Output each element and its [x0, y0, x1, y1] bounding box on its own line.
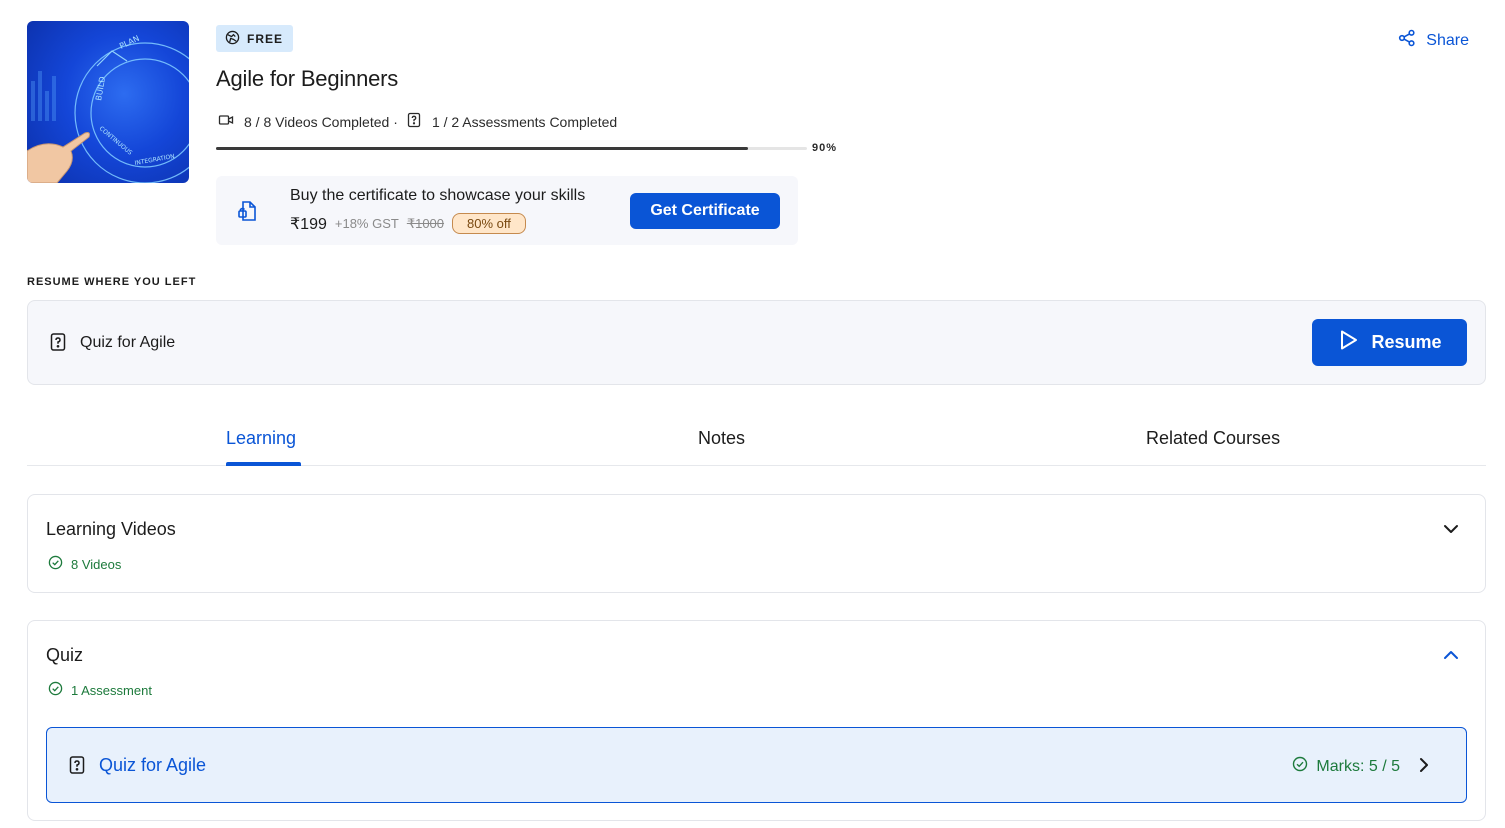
tab-notes[interactable]: Notes [698, 428, 745, 449]
assessments-completed: 1 / 2 Assessments Completed [431, 113, 618, 130]
quiz-section-count-label: 1 Assessment [71, 682, 152, 698]
course-stats: 8 / 8 Videos Completed · 1 / 2 Assessmen… [218, 112, 617, 131]
share-icon [1398, 29, 1416, 52]
chevron-up-icon[interactable] [1441, 645, 1461, 665]
question-file-icon [406, 112, 422, 131]
course-progress-fill [216, 147, 748, 150]
tab-related-courses[interactable]: Related Courses [1146, 428, 1280, 449]
certificate-price: ₹199 [290, 215, 327, 233]
quiz-section-count: 1 Assessment [48, 681, 152, 699]
videos-completed: 8 / 8 Videos Completed [244, 113, 390, 130]
quiz-marks: Marks: 5 / 5 [1292, 756, 1400, 777]
certificate-discount-badge: 80% off [452, 213, 526, 234]
tab-active-indicator [226, 462, 301, 466]
quiz-item[interactable]: Quiz for Agile Marks: 5 / 5 [46, 727, 1467, 803]
question-file-icon [49, 333, 67, 351]
learning-videos-title: Learning Videos [46, 519, 176, 539]
learning-videos-count: 8 Videos [48, 555, 121, 573]
certificate-price-row: ₹199 +18% GST ₹1000 80% off [290, 213, 526, 234]
question-file-icon [68, 756, 86, 774]
badge-label: FREE [247, 31, 284, 46]
course-tabs: Learning Notes Related Courses [27, 416, 1486, 466]
quiz-item-label[interactable]: Quiz for Agile [99, 755, 206, 776]
course-progress-label: 90% [812, 142, 838, 154]
check-circle-icon [48, 555, 63, 573]
video-camera-icon [218, 112, 234, 131]
thumb-word-plan: PLAN [118, 34, 141, 51]
certificate-gst: +18% GST [334, 216, 399, 231]
check-circle-icon [1292, 756, 1308, 777]
stats-separator: · [393, 113, 398, 130]
chevron-right-icon[interactable] [1414, 755, 1434, 775]
certificate-original-price: ₹1000 [406, 215, 445, 231]
quiz-section-title: Quiz [46, 645, 84, 665]
course-thumbnail: PLAN BUILD CONTINUOUS INTEGRATION [27, 21, 189, 183]
certificate-card: Buy the certificate to showcase your ski… [216, 176, 798, 245]
resume-item-label: Quiz for Agile [80, 334, 176, 351]
resume-button[interactable]: Resume [1312, 319, 1467, 366]
quiz-section: Quiz 1 Assessment Quiz for Agile Marks: … [27, 620, 1486, 821]
resume-card: Quiz for Agile Resume [27, 300, 1486, 385]
certificate-text: Buy the certificate to showcase your ski… [290, 187, 586, 204]
globe-icon [225, 30, 240, 48]
share-button[interactable]: Share [1398, 29, 1469, 52]
certificate-file-icon [236, 199, 260, 223]
quiz-marks-label: Marks: 5 / 5 [1316, 757, 1400, 775]
get-certificate-button[interactable]: Get Certificate [630, 193, 780, 229]
learning-videos-count-label: 8 Videos [71, 556, 122, 572]
thumb-word-integration: INTEGRATION [134, 153, 175, 167]
thumb-word-continuous: CONTINUOUS [98, 125, 134, 157]
resume-button-label: Resume [1371, 332, 1442, 352]
course-progress-bar [216, 147, 807, 150]
play-icon [1337, 329, 1359, 356]
resume-heading: RESUME WHERE YOU LEFT [27, 276, 197, 288]
free-badge: FREE [216, 25, 294, 52]
chevron-down-icon[interactable] [1441, 519, 1461, 539]
course-title: Agile for Beginners [216, 66, 399, 91]
tab-learning[interactable]: Learning [226, 428, 296, 449]
thumb-word-build: BUILD [94, 76, 107, 102]
check-circle-icon [48, 681, 63, 699]
learning-videos-section[interactable]: Learning Videos 8 Videos [27, 494, 1486, 593]
share-label: Share [1426, 31, 1469, 49]
